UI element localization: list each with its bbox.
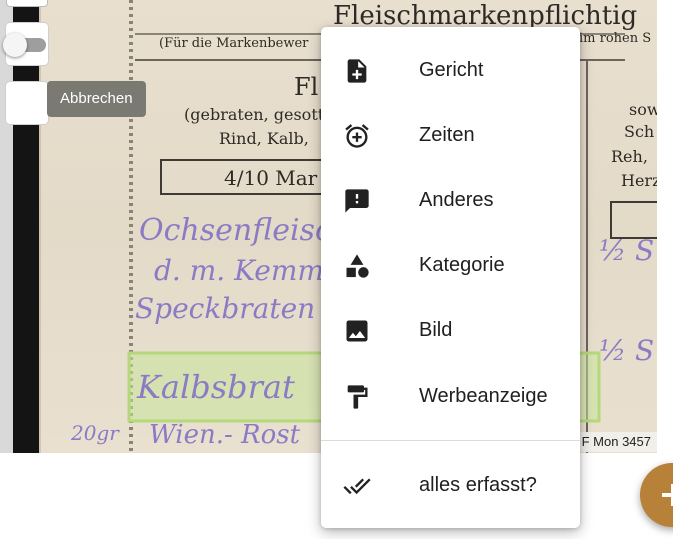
menu-item-label: Werbeanzeige [419,385,548,407]
doc-right-line1: sow [629,100,657,119]
add-fab-button[interactable] [640,463,673,527]
category-icon [346,254,369,278]
doc-card-line1: (gebraten, gesotte [184,105,334,124]
doc-right-line3: Reh, [611,147,648,166]
done-all-icon [343,478,371,495]
menu-item-label: Gericht [419,59,484,81]
menu-item-zeiten[interactable]: Zeiten [321,105,580,165]
left-rail-dark [13,0,39,453]
menu-divider [321,440,580,441]
doc-right-line4: Herz [621,171,657,190]
menu-item-label: Anderes [419,189,494,211]
doc-subheading-right: im rohen S [579,31,651,46]
handwriting-line4: Kalbsbrat [136,368,295,406]
menu-item-kategorie[interactable]: Kategorie [321,235,580,295]
doc-card-title: Fl [294,73,318,101]
note-add-icon [347,59,367,83]
control-box-top[interactable] [6,0,48,7]
menu-item-alles-erfasst[interactable]: alles erfasst? [321,455,580,515]
menu-item-label: Zeiten [419,124,475,146]
handwriting-right-2: ½ S [599,334,654,367]
doc-right-line2: Sch [624,122,654,141]
handwriting-line2: d. m. Kemm [154,254,324,287]
doc-card-line2: Rind, Kalb, [219,129,309,148]
add-menu: Gericht Zeiten Anderes Kategorie Bild We… [321,27,580,528]
handwriting-line1: Ochsenfleisch [139,213,351,248]
cancel-checkbox[interactable] [5,81,49,125]
image-icon [346,320,368,342]
handwriting-line6: 20gr [70,421,120,445]
format-paint-icon [347,385,368,409]
feedback-icon [345,189,369,213]
menu-item-label: Kategorie [419,254,505,276]
handwriting-line3: Speckbraten [135,292,315,325]
doc-subheading: (Für die Markenbewer [159,36,309,51]
toggle-switch-container[interactable] [3,22,49,66]
menu-item-gericht[interactable]: Gericht [321,40,580,100]
left-rail [0,0,39,453]
menu-item-anderes[interactable]: Anderes [321,170,580,230]
document-reference-label: F Mon 3457 [575,432,657,452]
toggle-thumb[interactable] [3,33,27,57]
handwriting-line5: Wien.- Rost [149,420,301,450]
doc-ration-text: 4/10 Mar [224,166,318,190]
alarm-add-icon [345,124,369,148]
right-box [610,201,657,239]
handwriting-right-1: ½ S [599,234,654,267]
menu-item-label: alles erfasst? [419,474,537,496]
menu-item-bild[interactable]: Bild [321,300,580,360]
menu-item-label: Bild [419,319,453,341]
cancel-tooltip: Abbrechen [47,81,146,117]
menu-item-werbeanzeige[interactable]: Werbeanzeige [321,366,580,426]
